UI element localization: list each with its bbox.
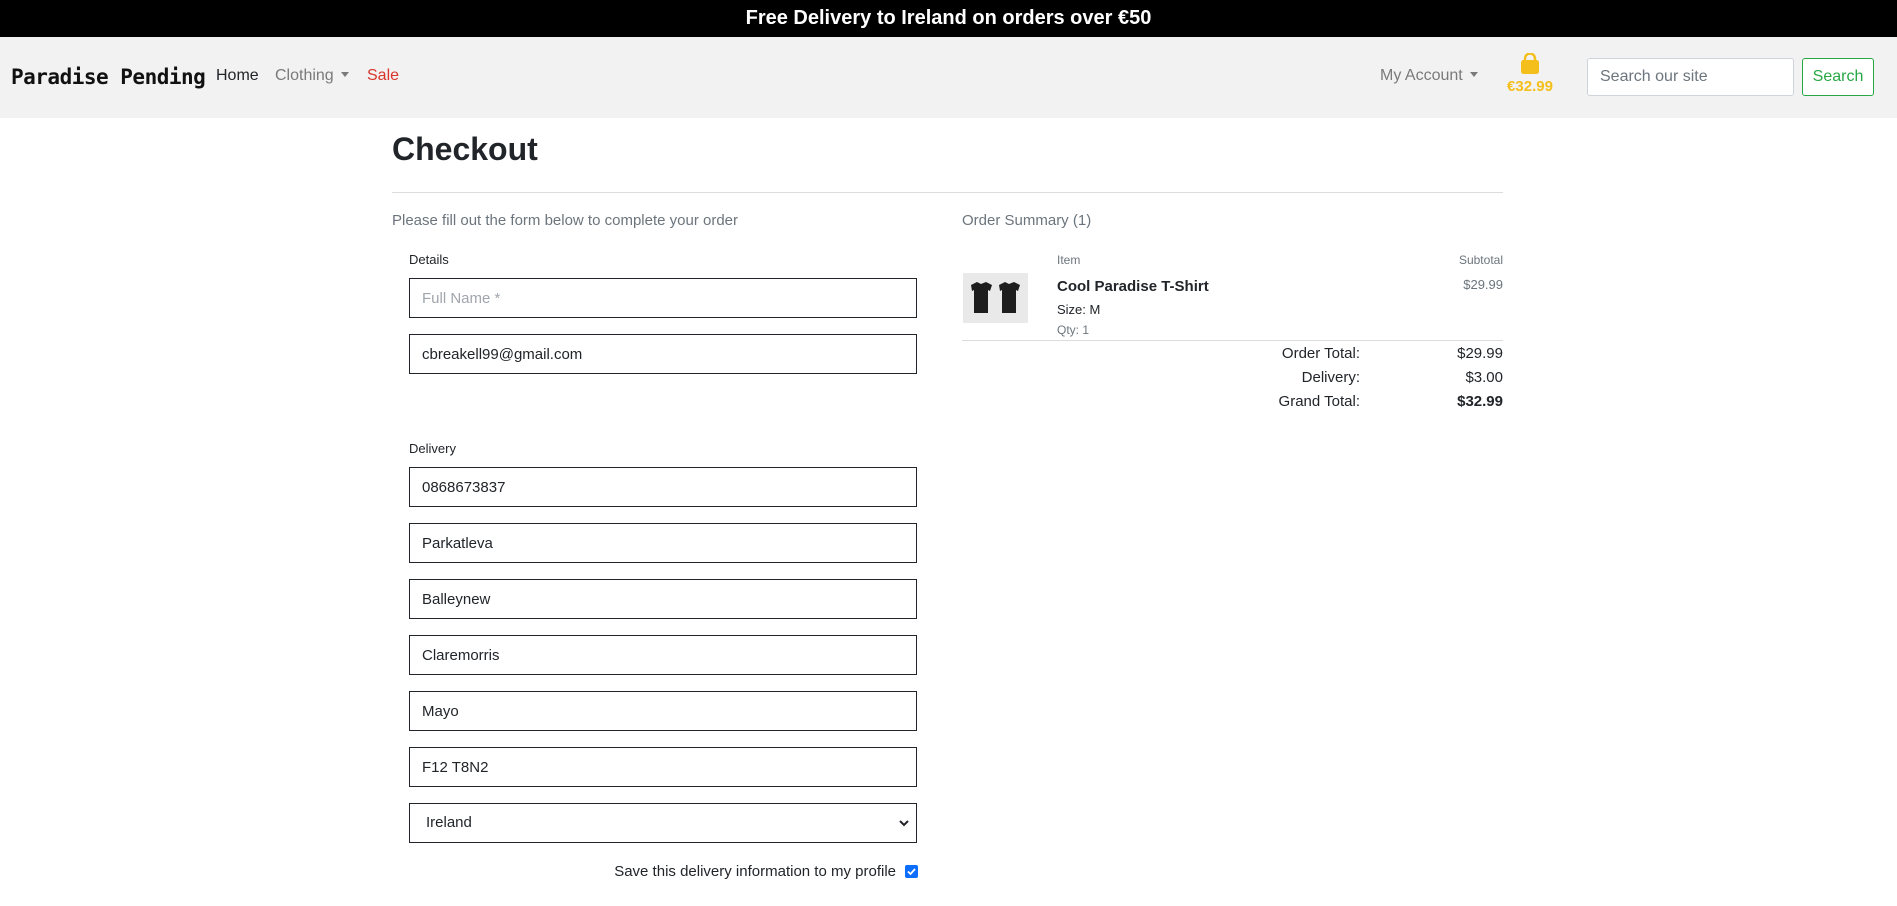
nav-sale-link[interactable]: Sale [367,67,399,85]
grand-total-value: $32.99 [1457,393,1503,410]
search-button[interactable]: Search [1802,58,1874,96]
summary-divider [962,340,1503,341]
caret-down-icon [1469,72,1478,78]
order-total-value: $29.99 [1457,345,1503,362]
chevron-down-icon [899,820,909,827]
search-input[interactable] [1587,58,1794,96]
cart-link[interactable]: €32.99 [1500,53,1560,95]
country-select-value: Ireland [426,814,472,831]
cart-total: €32.99 [1507,78,1553,95]
phone-field[interactable] [409,467,917,507]
title-divider [392,192,1503,193]
my-account-label: My Account [1380,67,1463,84]
grand-total-label: Grand Total: [1278,393,1360,410]
postcode-field[interactable] [409,747,917,787]
order-total-label: Order Total: [1281,345,1360,362]
full-name-field[interactable] [409,278,917,318]
save-info-checkbox[interactable] [905,865,918,878]
country-select[interactable]: Ireland [409,803,917,843]
shopping-bag-icon [1521,53,1539,74]
tshirt-icon [971,282,1020,313]
caret-down-icon [340,72,349,78]
county-field[interactable] [409,691,917,731]
street-address-2-field[interactable] [409,579,917,619]
delivery-legend: Delivery [409,441,456,456]
order-summary-title: Order Summary (1) [962,212,1092,229]
delivery-cost-value: $3.00 [1465,369,1503,386]
page-title: Checkout [392,131,538,167]
promo-banner-text: Free Delivery to Ireland on orders over … [745,7,1152,29]
checkmark-icon [907,868,916,876]
nav-clothing-label: Clothing [275,67,334,84]
main-navbar: Paradise Pending Home Clothing Sale My A… [0,37,1897,118]
item-column-header: Item [1057,253,1081,267]
my-account-dropdown[interactable]: My Account [1380,67,1478,85]
town-field[interactable] [409,635,917,675]
nav-clothing-dropdown[interactable]: Clothing [275,67,349,85]
save-info-row: Save this delivery information to my pro… [590,862,918,882]
item-name: Cool Paradise T-Shirt [1057,278,1209,295]
item-qty: Qty: 1 [1057,323,1090,337]
checkout-intro-text: Please fill out the form below to comple… [392,212,739,229]
brand-logo[interactable]: Paradise Pending [11,65,206,89]
save-info-label[interactable]: Save this delivery information to my pro… [614,863,896,880]
nav-home-link[interactable]: Home [216,67,259,85]
delivery-cost-label: Delivery: [1301,369,1360,386]
email-field[interactable] [409,334,917,374]
product-thumbnail [963,273,1028,323]
street-address-1-field[interactable] [409,523,917,563]
details-legend: Details [409,252,449,267]
promo-banner: Free Delivery to Ireland on orders over … [0,0,1897,37]
subtotal-column-header: Subtotal [1458,253,1503,267]
item-size: Size: M [1057,302,1101,317]
item-subtotal: $29.99 [1463,277,1503,292]
